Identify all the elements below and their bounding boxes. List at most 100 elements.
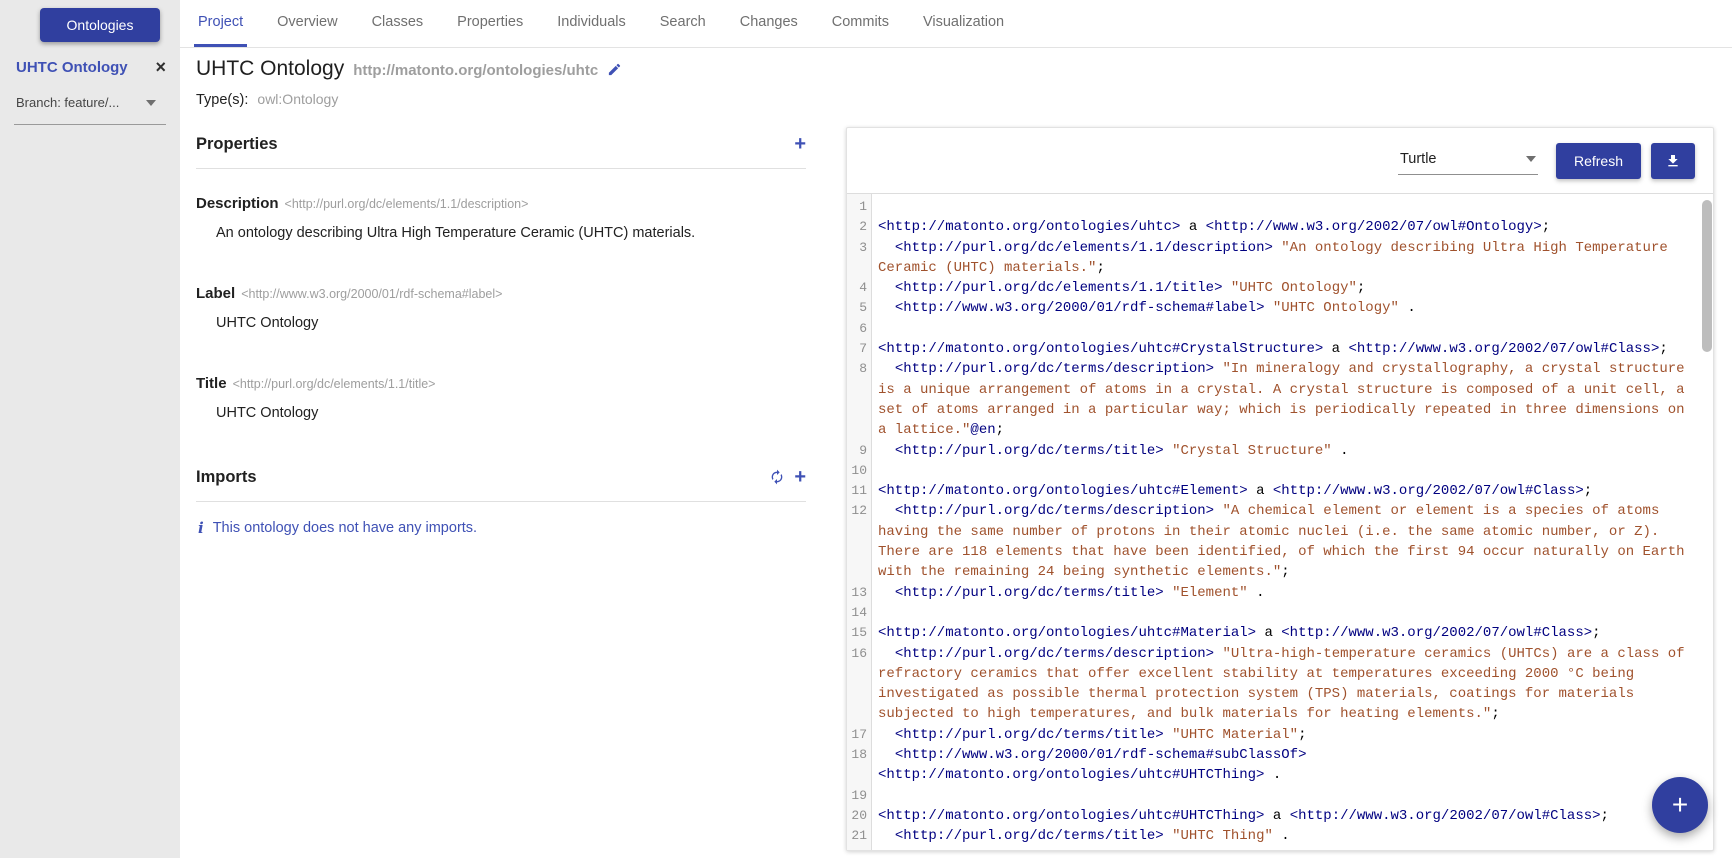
close-ontology-icon[interactable]: × xyxy=(155,58,166,76)
property-label: Title xyxy=(196,375,227,392)
property-iri: <http://purl.org/dc/elements/1.1/descrip… xyxy=(284,197,529,211)
page-title: UHTC Ontology xyxy=(196,57,345,80)
no-imports-message: i This ontology does not have any import… xyxy=(198,519,806,537)
line-number: 19 xyxy=(851,787,867,803)
line-number: 18 xyxy=(851,747,867,763)
line-number: 21 xyxy=(851,828,867,844)
code-line: 4 <http://purl.org/dc/elements/1.1/title… xyxy=(847,278,1713,298)
code-content: 1 2 <http://matonto.org/ontologies/uhtc> a… xyxy=(847,197,1713,847)
code-line: 19 xyxy=(847,786,1713,806)
code-line: 6 xyxy=(847,319,1713,339)
property-value: UHTC Ontology xyxy=(216,405,319,421)
tab-visualization[interactable]: Visualization xyxy=(919,0,1008,47)
code-line: 8 <http://purl.org/dc/terms/description>… xyxy=(847,359,1713,440)
line-number: 3 xyxy=(859,239,867,255)
imports-section: Imports + i This ontology does not have … xyxy=(196,465,806,537)
ontologies-button[interactable]: Ontologies xyxy=(40,8,160,42)
code-line: 10 xyxy=(847,461,1713,481)
property-item: Title <http://purl.org/dc/elements/1.1/ti… xyxy=(196,375,806,421)
open-ontology-name[interactable]: UHTC Ontology xyxy=(16,59,128,76)
code-line: 16 <http://purl.org/dc/terms/description… xyxy=(847,644,1713,725)
plus-icon: + xyxy=(1671,789,1689,820)
property-item: Label <http://www.w3.org/2000/01/rdf-sche… xyxy=(196,285,806,331)
property-label: Description xyxy=(196,195,279,212)
tab-search[interactable]: Search xyxy=(656,0,710,47)
line-number: 13 xyxy=(851,584,867,600)
imports-heading: Imports xyxy=(196,467,257,486)
code-line: 7 <http://matonto.org/ontologies/uhtc#Cry… xyxy=(847,339,1713,359)
imports-divider xyxy=(196,501,806,502)
types-value: owl:Ontology xyxy=(257,91,339,107)
chevron-down-icon xyxy=(1525,155,1536,162)
sidebar-divider xyxy=(14,124,166,125)
project-tab-content: UHTC Ontology http://matonto.org/ontolog… xyxy=(180,48,1732,858)
property-label: Label xyxy=(196,285,236,302)
code-line: 14 xyxy=(847,603,1713,623)
line-number: 17 xyxy=(851,726,867,742)
branch-label: Branch: feature/... xyxy=(16,95,120,110)
line-number: 14 xyxy=(851,604,867,620)
code-line: 11 <http://matonto.org/ontologies/uhtc#El… xyxy=(847,481,1713,501)
ontology-header: UHTC Ontology http://matonto.org/ontolog… xyxy=(196,57,622,108)
serialization-preview-card: Turtle Refresh 1 2 <http://matonto.org/ont… xyxy=(846,127,1714,851)
code-scrollbar-thumb[interactable] xyxy=(1702,200,1712,352)
tab-overview[interactable]: Overview xyxy=(273,0,341,47)
code-line: 18 <http://www.w3.org/2000/01/rdf-schema… xyxy=(847,745,1713,786)
property-list: Description <http://purl.org/dc/elements/… xyxy=(196,195,806,421)
code-line: 12 <http://purl.org/dc/terms/description… xyxy=(847,501,1713,582)
tab-changes[interactable]: Changes xyxy=(736,0,802,47)
code-scrollbar[interactable] xyxy=(1702,196,1712,848)
info-icon: i xyxy=(198,519,204,537)
refresh-button[interactable]: Refresh xyxy=(1555,142,1641,179)
code-line: 20 <http://matonto.org/ontologies/uhtc#UH… xyxy=(847,806,1713,826)
code-line: 3 <http://purl.org/dc/elements/1.1/descr… xyxy=(847,238,1713,279)
code-line: 5 <http://www.w3.org/2000/01/rdf-schema#… xyxy=(847,298,1713,318)
line-number: 2 xyxy=(859,219,867,235)
property-value: UHTC Ontology xyxy=(216,315,319,331)
code-line: 2 <http://matonto.org/ontologies/uhtc> a … xyxy=(847,217,1713,237)
add-import-button[interactable]: + xyxy=(794,467,806,487)
ontology-iri: http://matonto.org/ontologies/uhtc xyxy=(353,62,599,79)
tab-individuals[interactable]: Individuals xyxy=(553,0,630,47)
preview-toolbar: Turtle Refresh xyxy=(847,128,1713,193)
format-selected-value: Turtle xyxy=(1399,150,1437,167)
tab-commits[interactable]: Commits xyxy=(828,0,893,47)
code-line: 17 <http://purl.org/dc/terms/title> "UHT… xyxy=(847,725,1713,745)
branch-select[interactable]: Branch: feature/... xyxy=(16,95,156,110)
code-line: 15 <http://matonto.org/ontologies/uhtc#Ma… xyxy=(847,623,1713,643)
line-number: 1 xyxy=(859,199,867,214)
line-number: 16 xyxy=(851,645,867,661)
open-ontology-row: UHTC Ontology × xyxy=(16,58,166,76)
fab-add-button[interactable]: + xyxy=(1652,777,1708,833)
refresh-imports-icon[interactable] xyxy=(769,469,785,485)
main-area: Project Overview Classes Properties Individu… xyxy=(180,0,1732,858)
serialization-format-select[interactable]: Turtle xyxy=(1397,147,1538,175)
line-number: 9 xyxy=(859,442,867,458)
add-property-button[interactable]: + xyxy=(794,134,806,154)
line-number: 15 xyxy=(851,625,867,641)
tab-project[interactable]: Project xyxy=(194,0,248,47)
properties-divider xyxy=(196,168,806,169)
line-number: 20 xyxy=(851,807,867,823)
edit-iri-icon[interactable] xyxy=(607,62,622,77)
imports-section-header: Imports + xyxy=(196,465,806,489)
tab-properties[interactable]: Properties xyxy=(453,0,527,47)
code-editor[interactable]: 1 2 <http://matonto.org/ontologies/uhtc> a… xyxy=(847,193,1713,850)
code-line: 9 <http://purl.org/dc/terms/title> "Crys… xyxy=(847,441,1713,461)
download-button[interactable] xyxy=(1651,142,1695,179)
ontology-tabbar: Project Overview Classes Properties Individu… xyxy=(180,0,1732,48)
tab-classes[interactable]: Classes xyxy=(368,0,428,47)
line-number: 12 xyxy=(851,503,867,519)
property-value: An ontology describing Ultra High Temper… xyxy=(216,225,696,241)
code-line: 21 <http://purl.org/dc/terms/title> "UHT… xyxy=(847,826,1713,846)
download-icon xyxy=(1668,154,1678,166)
line-number: 4 xyxy=(859,280,867,296)
property-iri: <http://www.w3.org/2000/01/rdf-schema#la… xyxy=(241,287,503,301)
types-label: Type(s): xyxy=(196,92,249,108)
ontology-details-column: Properties + Description <http://purl.org… xyxy=(196,132,806,537)
line-number: 8 xyxy=(859,361,867,377)
line-number: 5 xyxy=(859,300,867,316)
line-number: 7 xyxy=(859,341,867,357)
properties-section-header: Properties + xyxy=(196,132,806,156)
line-number: 6 xyxy=(859,320,867,336)
